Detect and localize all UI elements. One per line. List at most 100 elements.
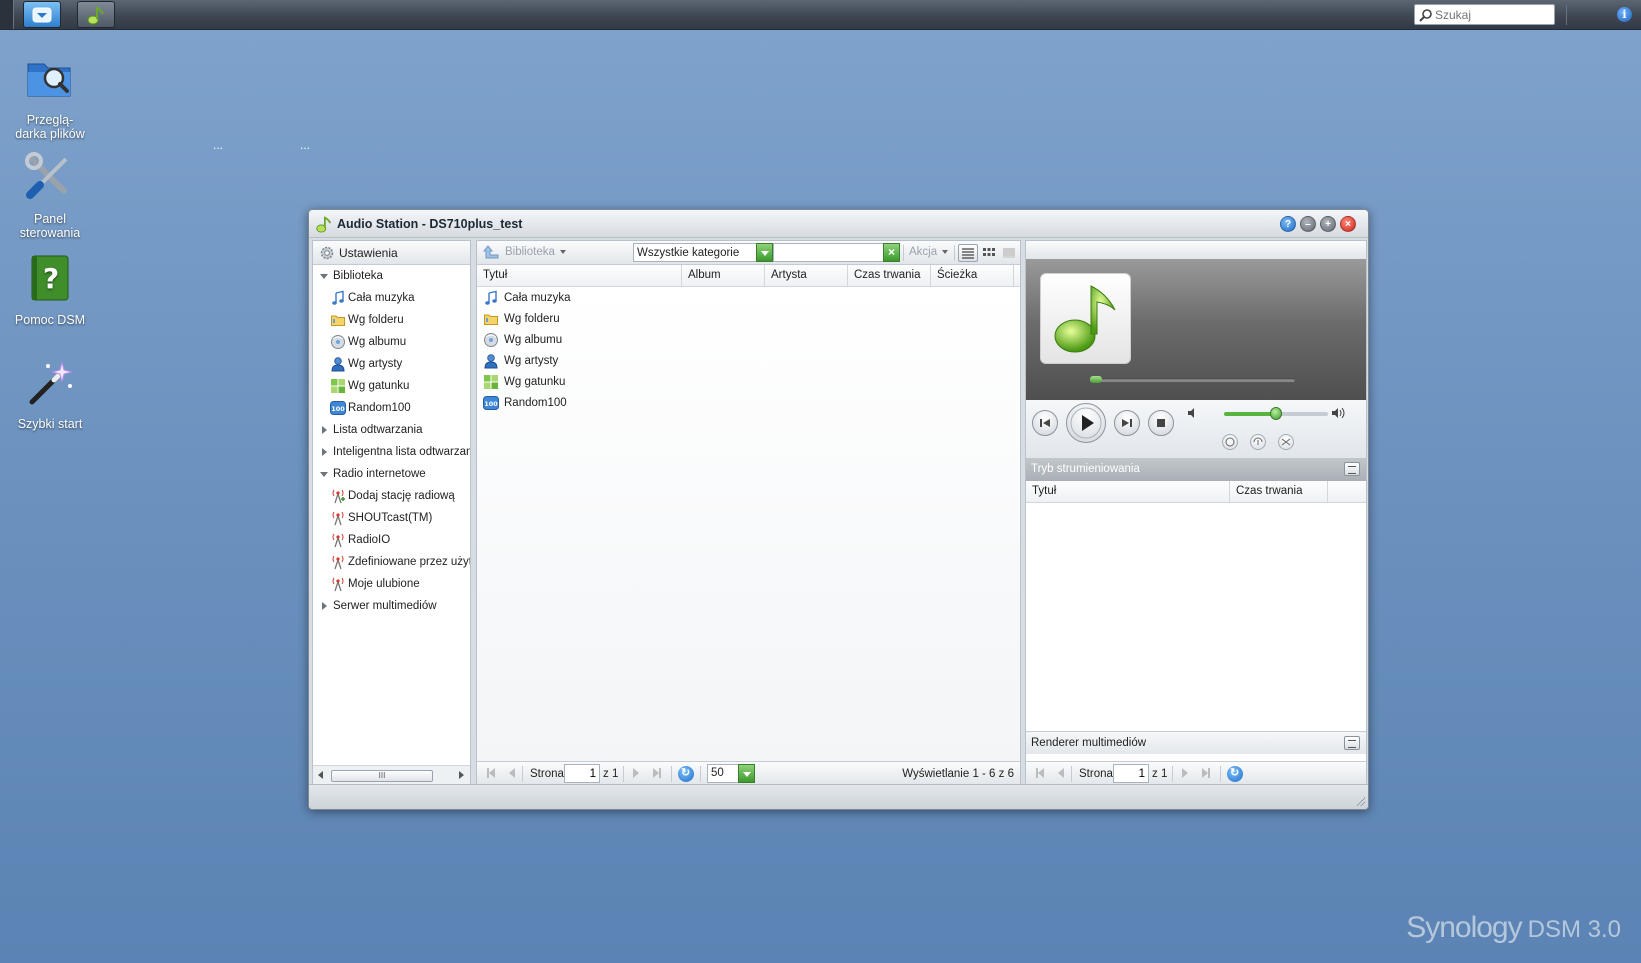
playlist-column-header[interactable]: Tytuł bbox=[1026, 481, 1230, 502]
grid-row[interactable]: 100 Random100 bbox=[477, 392, 1020, 413]
pager-separator bbox=[671, 766, 672, 782]
resize-grip-icon[interactable] bbox=[1355, 796, 1365, 806]
triangle-right-icon[interactable] bbox=[319, 601, 329, 611]
page-size-select[interactable]: 50 bbox=[707, 764, 755, 783]
stream-mode-menu-button[interactable] bbox=[1344, 462, 1360, 476]
tree-item[interactable]: Wg gatunku bbox=[313, 375, 470, 397]
repeat-one-button[interactable] bbox=[1250, 434, 1266, 450]
refresh-icon[interactable] bbox=[678, 766, 694, 782]
first-page-icon[interactable] bbox=[489, 768, 495, 778]
triangle-down-icon[interactable] bbox=[319, 271, 329, 281]
scroll-right-icon[interactable] bbox=[459, 771, 464, 779]
magic-wand-icon bbox=[29, 361, 73, 405]
tree-horizontal-scrollbar[interactable]: III bbox=[313, 765, 470, 785]
search-input[interactable] bbox=[1435, 7, 1553, 22]
desktop-icon-dsm-help[interactable]: ? Pomoc DSM bbox=[0, 252, 100, 327]
playlist-column-header[interactable]: Czas trwania bbox=[1230, 481, 1328, 502]
tree-item[interactable]: Dodaj stację radiową bbox=[313, 485, 470, 507]
action-menu-button[interactable]: Akcja bbox=[909, 246, 949, 258]
triangle-down-icon[interactable] bbox=[319, 469, 329, 479]
column-header[interactable]: Tytuł bbox=[477, 265, 682, 286]
close-button[interactable]: × bbox=[1340, 216, 1356, 232]
taskbar-audio-station-button[interactable] bbox=[77, 1, 115, 28]
seek-bar[interactable] bbox=[1090, 378, 1295, 382]
renderer-menu-button[interactable] bbox=[1344, 736, 1360, 750]
previous-track-button[interactable] bbox=[1032, 410, 1058, 436]
column-header[interactable]: Czas trwania bbox=[848, 265, 931, 286]
maximize-button[interactable]: + bbox=[1320, 216, 1336, 232]
pager-separator bbox=[623, 766, 624, 782]
grid-row[interactable]: Cała muzyka bbox=[477, 287, 1020, 308]
scroll-left-icon[interactable] bbox=[318, 771, 323, 779]
category-select[interactable]: Wszystkie kategorie bbox=[633, 243, 773, 262]
tree-group[interactable]: Radio internetowe bbox=[313, 463, 470, 485]
library-up-button[interactable]: Biblioteka bbox=[483, 245, 566, 259]
scroll-thumb[interactable]: III bbox=[331, 770, 433, 782]
grid-row[interactable]: Wg albumu bbox=[477, 329, 1020, 350]
stream-mode-bar: Tryb strumieniowania bbox=[1026, 458, 1366, 481]
desktop-icon-quick-start[interactable]: Szybki start bbox=[0, 356, 100, 431]
column-header[interactable]: Ścieżka bbox=[931, 265, 1014, 286]
tree-group[interactable]: Biblioteka bbox=[313, 265, 470, 287]
first-page-icon[interactable] bbox=[1038, 768, 1044, 778]
info-icon[interactable]: i bbox=[1617, 7, 1632, 22]
desktop-icon-file-browser[interactable]: Przeglą- darka plików bbox=[0, 52, 100, 141]
minimize-button[interactable]: – bbox=[1300, 216, 1316, 232]
grid-row[interactable]: Wg artysty bbox=[477, 350, 1020, 371]
grid-row[interactable]: Wg folderu bbox=[477, 308, 1020, 329]
stop-button[interactable] bbox=[1148, 410, 1174, 436]
page-number-input[interactable] bbox=[564, 764, 600, 783]
svg-text:100: 100 bbox=[484, 400, 498, 408]
window-title: Audio Station - DS710plus_test bbox=[337, 216, 523, 231]
tree-group[interactable]: Serwer multimediów bbox=[313, 595, 470, 617]
audio-station-icon bbox=[87, 5, 104, 24]
column-header[interactable]: Album bbox=[682, 265, 765, 286]
tree-item[interactable]: 100 Random100 bbox=[313, 397, 470, 419]
triangle-right-icon[interactable] bbox=[319, 447, 329, 457]
shuffle-button[interactable] bbox=[1278, 434, 1294, 450]
volume-low-icon[interactable] bbox=[1186, 406, 1200, 420]
repeat-button[interactable] bbox=[1222, 434, 1238, 450]
dropdown-arrow-icon[interactable] bbox=[738, 764, 755, 783]
desktop-icon-control-panel[interactable]: Panel sterowania bbox=[0, 151, 100, 240]
dropdown-arrow-icon[interactable] bbox=[756, 243, 773, 262]
settings-button[interactable]: Ustawienia bbox=[313, 241, 470, 265]
tree-item[interactable]: Wg artysty bbox=[313, 353, 470, 375]
tree-item[interactable]: Zdefiniowane przez użytkownika bbox=[313, 551, 470, 573]
refresh-icon[interactable] bbox=[1227, 766, 1243, 782]
tree-item[interactable]: SHOUTcast(TM) bbox=[313, 507, 470, 529]
tree-item-label: Wg gatunku bbox=[348, 380, 410, 392]
filter-field[interactable]: × bbox=[773, 243, 900, 262]
tree-item[interactable]: Wg albumu bbox=[313, 331, 470, 353]
seek-handle[interactable] bbox=[1090, 376, 1102, 383]
page-number-input[interactable] bbox=[1113, 764, 1149, 783]
audio-station-icon bbox=[316, 215, 332, 233]
grid-row-title: Cała muzyka bbox=[504, 291, 571, 304]
list-view-button[interactable] bbox=[958, 244, 978, 262]
window-titlebar[interactable]: Audio Station - DS710plus_test ? – + × bbox=[309, 210, 1368, 238]
volume-high-icon[interactable] bbox=[1331, 406, 1347, 420]
next-track-button[interactable] bbox=[1114, 410, 1140, 436]
next-page-icon[interactable] bbox=[633, 768, 639, 778]
volume-handle[interactable] bbox=[1270, 407, 1282, 420]
next-page-icon[interactable] bbox=[1182, 768, 1188, 778]
grid-row[interactable]: Wg gatunku bbox=[477, 371, 1020, 392]
tree-item[interactable]: Cała muzyka bbox=[313, 287, 470, 309]
tree-item[interactable]: RadioIO bbox=[313, 529, 470, 551]
help-button[interactable]: ? bbox=[1280, 216, 1296, 232]
music-note-icon bbox=[1054, 285, 1116, 353]
tree-item[interactable]: Wg folderu bbox=[313, 309, 470, 331]
tree-group[interactable]: Lista odtwarzania bbox=[313, 419, 470, 441]
prev-page-icon[interactable] bbox=[1058, 768, 1064, 778]
thumbnail-view-button[interactable] bbox=[980, 244, 1000, 262]
search-field[interactable] bbox=[1414, 4, 1555, 25]
clear-filter-button[interactable]: × bbox=[883, 243, 900, 262]
triangle-right-icon[interactable] bbox=[319, 425, 329, 435]
start-menu-button[interactable] bbox=[23, 1, 61, 28]
tree-group[interactable]: Inteligentna lista odtwarzania bbox=[313, 441, 470, 463]
prev-page-icon[interactable] bbox=[509, 768, 515, 778]
play-button[interactable] bbox=[1066, 403, 1106, 443]
cover-view-button[interactable] bbox=[1000, 244, 1020, 262]
tree-item[interactable]: Moje ulubione bbox=[313, 573, 470, 595]
column-header[interactable]: Artysta bbox=[765, 265, 848, 286]
